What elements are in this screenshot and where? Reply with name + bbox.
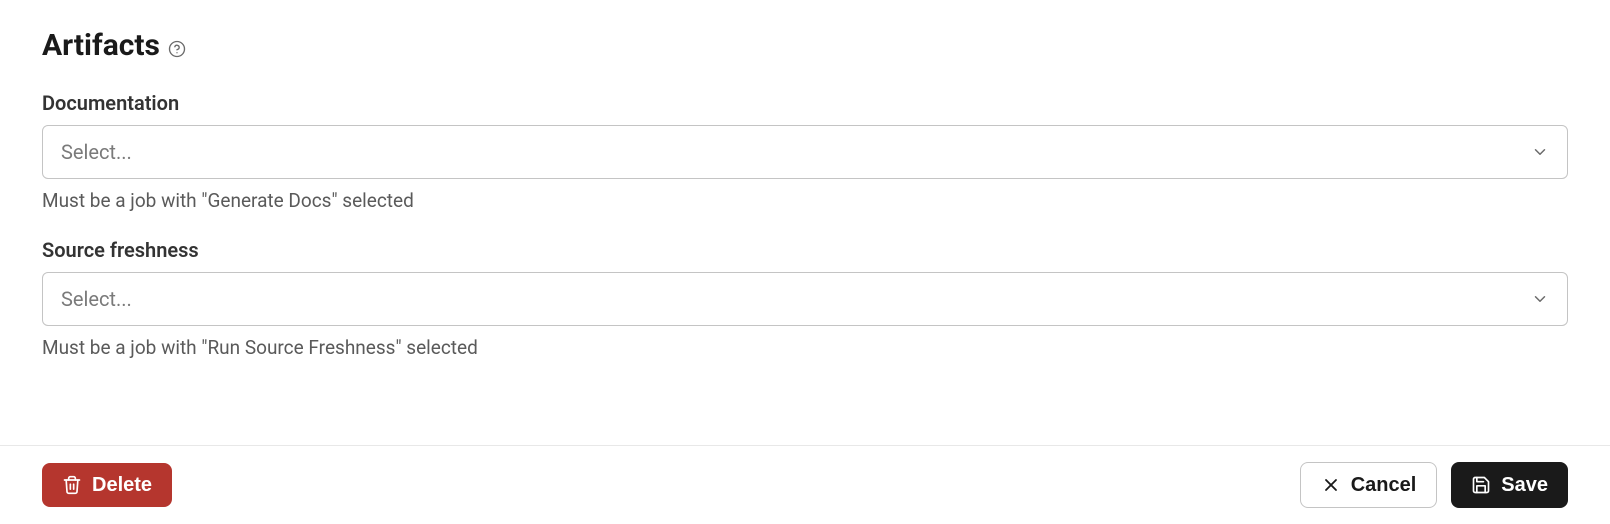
source-freshness-label: Source freshness [42, 238, 1568, 262]
save-button[interactable]: Save [1451, 462, 1568, 508]
save-label: Save [1501, 475, 1548, 495]
save-icon [1471, 475, 1491, 495]
delete-button[interactable]: Delete [42, 463, 172, 507]
trash-icon [62, 475, 82, 495]
delete-label: Delete [92, 475, 152, 495]
section-header: Artifacts [42, 28, 1568, 63]
documentation-label: Documentation [42, 91, 1568, 115]
help-icon[interactable] [168, 40, 186, 58]
source-freshness-select[interactable]: Select... [42, 272, 1568, 326]
footer: Delete Cancel Save [0, 445, 1610, 524]
section-title: Artifacts [42, 28, 160, 63]
source-freshness-group: Source freshness Select... Must be a job… [42, 238, 1568, 359]
documentation-placeholder: Select... [61, 140, 132, 164]
chevron-down-icon [1531, 143, 1549, 161]
close-icon [1321, 475, 1341, 495]
documentation-select[interactable]: Select... [42, 125, 1568, 179]
footer-right: Cancel Save [1300, 462, 1568, 508]
chevron-down-icon [1531, 290, 1549, 308]
cancel-button[interactable]: Cancel [1300, 462, 1438, 508]
source-freshness-help: Must be a job with "Run Source Freshness… [42, 336, 1568, 359]
cancel-label: Cancel [1351, 475, 1417, 495]
documentation-group: Documentation Select... Must be a job wi… [42, 91, 1568, 212]
source-freshness-placeholder: Select... [61, 287, 132, 311]
documentation-help: Must be a job with "Generate Docs" selec… [42, 189, 1568, 212]
